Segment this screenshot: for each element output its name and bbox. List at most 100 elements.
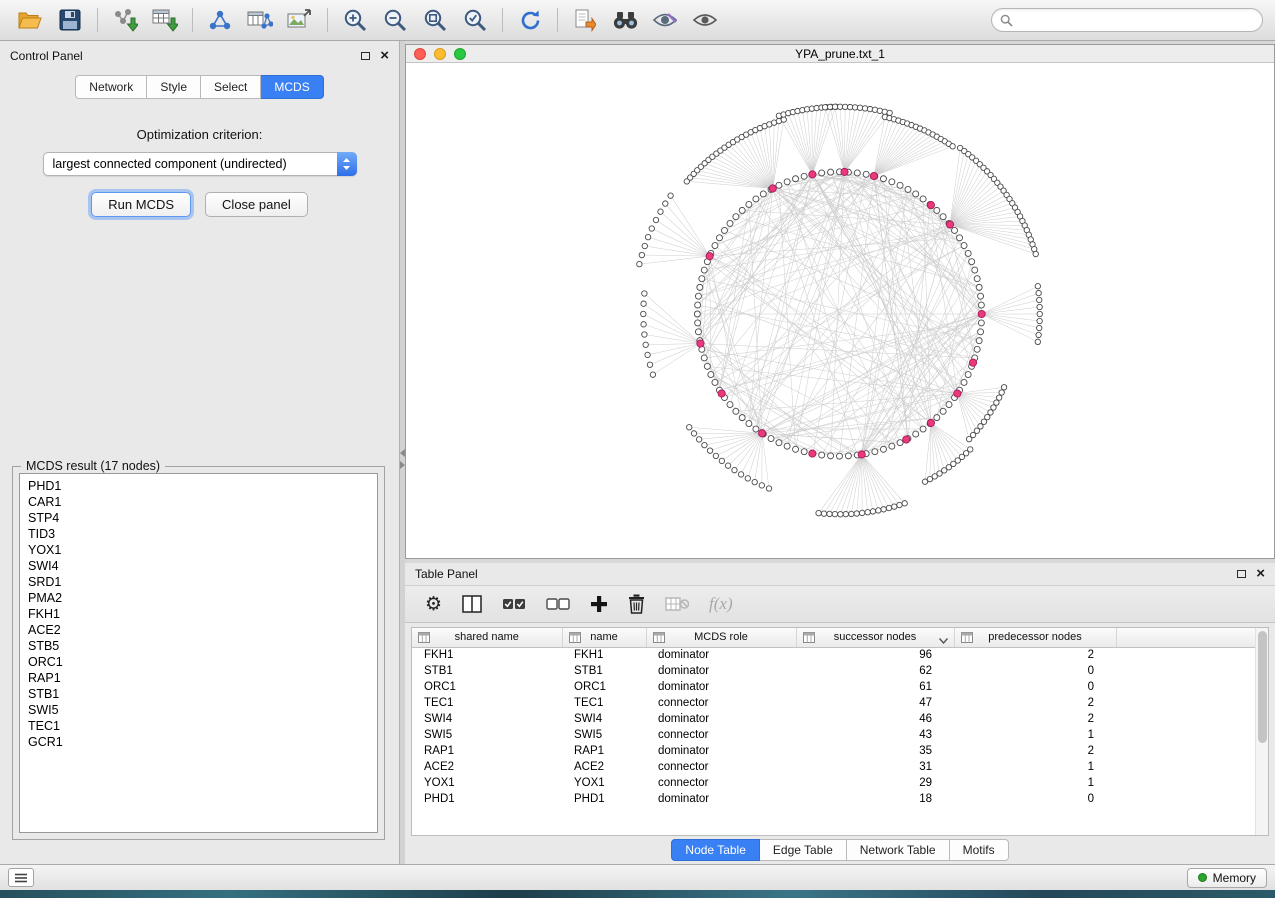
tab-network-table[interactable]: Network Table xyxy=(847,839,950,861)
network-node[interactable] xyxy=(952,227,958,233)
table-scrollbar[interactable] xyxy=(1255,628,1268,835)
network-node[interactable] xyxy=(650,372,655,377)
mcds-result-item[interactable]: TID3 xyxy=(28,526,377,542)
network-node[interactable] xyxy=(976,338,982,344)
mcds-result-item[interactable]: CAR1 xyxy=(28,494,377,510)
table-cell[interactable]: 29 xyxy=(796,775,954,791)
network-node[interactable] xyxy=(801,173,807,179)
network-node[interactable] xyxy=(746,201,752,207)
network-node[interactable] xyxy=(642,243,647,248)
network-node[interactable] xyxy=(645,352,650,357)
network-node[interactable] xyxy=(889,179,895,185)
network-node[interactable] xyxy=(969,359,976,366)
mcds-result-item[interactable]: ACE2 xyxy=(28,622,377,638)
close-panel-button[interactable]: Close panel xyxy=(205,192,308,217)
network-node[interactable] xyxy=(694,311,700,317)
network-node[interactable] xyxy=(1037,304,1042,309)
table-row[interactable]: TEC1TEC1connector472 xyxy=(412,695,1268,711)
table-row[interactable]: ORC1ORC1dominator610 xyxy=(412,679,1268,695)
close-table-panel-icon[interactable]: × xyxy=(1256,568,1265,580)
save-session-button[interactable] xyxy=(52,5,88,35)
network-node[interactable] xyxy=(721,227,727,233)
network-node[interactable] xyxy=(1001,385,1006,390)
table-cell[interactable]: SWI4 xyxy=(562,711,646,727)
network-node[interactable] xyxy=(653,217,658,222)
network-node[interactable] xyxy=(905,186,911,192)
mcds-result-item[interactable]: RAP1 xyxy=(28,670,377,686)
zoom-out-button[interactable] xyxy=(377,5,413,35)
network-node[interactable] xyxy=(1033,251,1038,256)
network-node[interactable] xyxy=(845,453,851,459)
network-node[interactable] xyxy=(913,431,919,437)
network-node[interactable] xyxy=(701,355,707,361)
network-node[interactable] xyxy=(768,436,774,442)
network-node[interactable] xyxy=(687,425,692,430)
table-row[interactable]: FKH1FKH1dominator962 xyxy=(412,647,1268,663)
tab-motifs[interactable]: Motifs xyxy=(950,839,1009,861)
network-node[interactable] xyxy=(976,284,982,290)
network-node[interactable] xyxy=(966,436,971,441)
tab-network[interactable]: Network xyxy=(75,75,147,99)
table-cell[interactable]: 1 xyxy=(954,759,1116,775)
column-header-shared-name[interactable]: shared name xyxy=(412,628,562,647)
network-node[interactable] xyxy=(876,508,881,513)
network-node[interactable] xyxy=(718,390,725,397)
network-node[interactable] xyxy=(697,340,704,347)
table-cell[interactable]: connector xyxy=(646,727,796,743)
network-node[interactable] xyxy=(854,170,860,176)
network-node[interactable] xyxy=(965,250,971,256)
table-cell[interactable]: 31 xyxy=(796,759,954,775)
network-node[interactable] xyxy=(738,472,743,477)
network-node[interactable] xyxy=(1037,297,1042,302)
mcds-result-item[interactable]: YOX1 xyxy=(28,542,377,558)
table-cell[interactable]: STB1 xyxy=(412,663,562,679)
network-node[interactable] xyxy=(766,486,771,491)
network-node[interactable] xyxy=(981,419,986,424)
network-node[interactable] xyxy=(843,511,848,516)
apply-style-button[interactable] xyxy=(647,5,683,35)
table-cell[interactable]: 35 xyxy=(796,743,954,759)
network-node[interactable] xyxy=(978,320,984,326)
network-node[interactable] xyxy=(637,261,642,266)
float-panel-icon[interactable] xyxy=(361,52,370,60)
table-row[interactable]: PHD1PHD1dominator180 xyxy=(412,791,1268,807)
network-node[interactable] xyxy=(746,421,752,427)
network-node[interactable] xyxy=(668,193,673,198)
network-node[interactable] xyxy=(934,415,940,421)
network-node[interactable] xyxy=(913,191,919,197)
network-node[interactable] xyxy=(934,207,940,213)
mcds-result-item[interactable]: FKH1 xyxy=(28,606,377,622)
network-node[interactable] xyxy=(961,243,967,249)
network-node[interactable] xyxy=(1037,311,1042,316)
column-header-predecessor-nodes[interactable]: predecessor nodes xyxy=(954,628,1116,647)
table-row[interactable]: SWI5SWI5connector431 xyxy=(412,727,1268,743)
table-settings-gear-icon[interactable]: ⚙ xyxy=(425,595,442,614)
status-menu-button[interactable] xyxy=(8,868,34,887)
network-node[interactable] xyxy=(889,443,895,449)
network-node[interactable] xyxy=(732,467,737,472)
network-node[interactable] xyxy=(702,442,707,447)
table-cell[interactable]: 47 xyxy=(796,695,954,711)
table-cell[interactable]: 43 xyxy=(796,727,954,743)
network-node[interactable] xyxy=(745,476,750,481)
network-node[interactable] xyxy=(849,511,854,516)
table-cell[interactable]: FKH1 xyxy=(562,647,646,663)
column-layout-icon[interactable] xyxy=(462,595,482,613)
network-node[interactable] xyxy=(769,185,776,192)
network-view[interactable] xyxy=(406,63,1274,558)
table-cell[interactable]: 0 xyxy=(954,663,1116,679)
network-node[interactable] xyxy=(827,511,832,516)
network-node[interactable] xyxy=(974,346,980,352)
table-cell[interactable]: ORC1 xyxy=(562,679,646,695)
table-cell[interactable]: 46 xyxy=(796,711,954,727)
network-node[interactable] xyxy=(897,502,902,507)
network-node[interactable] xyxy=(863,171,869,177)
network-node[interactable] xyxy=(733,214,739,220)
network-canvas[interactable] xyxy=(406,63,1274,558)
network-node[interactable] xyxy=(880,446,886,452)
network-node[interactable] xyxy=(881,507,886,512)
table-scrollbar-thumb[interactable] xyxy=(1258,631,1267,743)
export-image-button[interactable] xyxy=(282,5,318,35)
table-cell[interactable]: YOX1 xyxy=(412,775,562,791)
network-node[interactable] xyxy=(704,363,710,369)
